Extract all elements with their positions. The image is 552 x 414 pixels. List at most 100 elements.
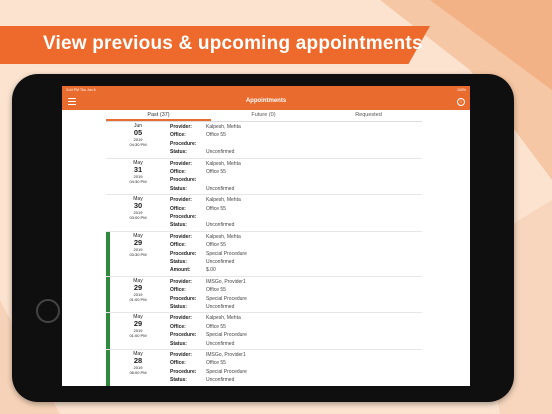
- appointment-item[interactable]: May 29 2019 01:00 PM Provider: IMSGo, Provide…: [106, 276, 422, 314]
- status-row: Status: Unconfirmed: [170, 376, 410, 384]
- status-value: Unconfirmed: [206, 149, 235, 156]
- appointment-fields: Provider: IMSGo, Provider1 Office: Office 5…: [170, 278, 410, 312]
- provider-row: Provider: Kalpesh, Mehta: [170, 196, 410, 204]
- provider-value: Kalpesh, Mehta: [206, 160, 241, 167]
- appointment-time: 03:00 PM: [129, 215, 147, 221]
- provider-row: Provider: Kalpesh, Mehta: [170, 314, 410, 322]
- provider-row: Provider: Kalpesh, Mehta: [170, 233, 410, 241]
- promo-title: View previous & upcoming appointments: [43, 33, 423, 54]
- procedure-label: Procedure:: [170, 177, 197, 184]
- status-row: Status: Unconfirmed: [170, 340, 410, 348]
- appointment-date: May 29 2019 01:00 PM: [116, 278, 160, 302]
- provider-row: Provider: IMSGo, Provider1: [170, 278, 410, 286]
- provider-label: Provider:: [170, 278, 192, 285]
- date-day: 29: [133, 282, 143, 292]
- status-color-bar: [106, 350, 110, 386]
- info-icon[interactable]: i: [457, 98, 465, 106]
- procedure-row: Procedure: Special Procedure: [170, 250, 410, 258]
- status-row: Status: Unconfirmed: [170, 303, 410, 311]
- status-row: Status: Unconfirmed: [170, 185, 410, 193]
- appointment-item[interactable]: May 29 2019 01:00 PM Provider: Kalpesh, Mehta…: [106, 313, 422, 350]
- procedure-row: Procedure:: [170, 213, 410, 221]
- appointment-date: May 31 2019 04:30 PM: [116, 160, 160, 184]
- office-label: Office:: [170, 287, 186, 294]
- procedure-value: Special Procedure: [206, 332, 247, 339]
- procedure-label: Procedure:: [170, 140, 197, 147]
- procedure-label: Procedure:: [170, 213, 197, 220]
- status-row: Status: Unconfirmed: [170, 258, 410, 266]
- office-row: Office: Office 55: [170, 286, 410, 294]
- appointment-fields: Provider: Kalpesh, Mehta Office: Office 55 P…: [170, 196, 410, 230]
- status-bar: 3:44 PM Thu Jun 6 100%: [62, 86, 470, 94]
- appointment-date: May 29 2019 03:30 PM: [116, 233, 160, 257]
- status-value: Unconfirmed: [206, 303, 235, 310]
- office-label: Office:: [170, 205, 186, 212]
- status-color-bar: [106, 231, 110, 276]
- provider-value: IMSGo, Provider1: [206, 352, 246, 358]
- app-screen: 3:44 PM Thu Jun 6 100% Appointments i Pa…: [62, 86, 470, 386]
- home-button[interactable]: [36, 299, 60, 323]
- status-value: Unconfirmed: [206, 340, 235, 347]
- status-value: Unconfirmed: [206, 258, 235, 265]
- appointment-item[interactable]: May 28 2019 06:00 PM Provider: IMSGo, Provide…: [106, 350, 422, 386]
- status-label: Status:: [170, 185, 187, 192]
- status-label: Status:: [170, 258, 187, 265]
- tab-future[interactable]: Future (0): [211, 110, 316, 121]
- appointment-date: May 28 2019 06:00 PM: [116, 351, 160, 375]
- procedure-row: Procedure:: [170, 176, 410, 184]
- appointment-fields: Provider: Kalpesh, Mehta Office: Office 55 P…: [170, 233, 410, 275]
- office-row: Office: Office 55: [170, 241, 410, 249]
- status-value: Unconfirmed: [206, 185, 235, 192]
- office-value: Office 55: [206, 287, 226, 294]
- status-row: Status: Unconfirmed: [170, 148, 410, 156]
- procedure-row: Procedure: Special Procedure: [170, 331, 410, 339]
- provider-label: Provider:: [170, 315, 192, 322]
- appointment-tabs: Past (37) Future (0) Requested: [106, 110, 422, 122]
- appointment-item[interactable]: Jun 05 2019 04:30 PM Provider: Kalpesh, Mehta…: [106, 122, 422, 159]
- provider-row: Provider: IMSGo, Provider1: [170, 351, 410, 359]
- appointment-fields: Provider: IMSGo, Provider1 Office: Office 5…: [170, 351, 410, 385]
- procedure-label: Procedure:: [170, 368, 197, 375]
- amount-label: Amount:: [170, 267, 191, 274]
- office-value: Office 55: [206, 168, 226, 175]
- appointment-date: Jun 05 2019 04:30 PM: [116, 123, 160, 147]
- office-row: Office: Office 55: [170, 359, 410, 367]
- status-time: 3:44 PM Thu Jun 6: [66, 88, 96, 92]
- provider-value: Kalpesh, Mehta: [206, 197, 241, 204]
- office-value: Office 55: [206, 323, 226, 330]
- status-label: Status:: [170, 340, 187, 347]
- appointment-time: 04:30 PM: [129, 178, 147, 184]
- provider-value: Kalpesh, Mehta: [206, 233, 241, 240]
- amount-row: Amount: $.00: [170, 266, 410, 274]
- date-day: 05: [133, 128, 143, 137]
- procedure-row: Procedure: Special Procedure: [170, 368, 410, 376]
- status-label: Status:: [170, 222, 187, 229]
- appointment-fields: Provider: Kalpesh, Mehta Office: Office 55 P…: [170, 314, 410, 348]
- procedure-label: Procedure:: [170, 250, 197, 257]
- appointment-list: Jun 05 2019 04:30 PM Provider: Kalpesh, Mehta…: [106, 122, 422, 386]
- appointment-time: 03:30 PM: [129, 251, 147, 257]
- appointment-item[interactable]: May 31 2019 04:30 PM Provider: Kalpesh, Mehta…: [106, 159, 422, 196]
- amount-value: $.00: [206, 267, 216, 274]
- provider-label: Provider:: [170, 352, 192, 358]
- appointment-fields: Provider: Kalpesh, Mehta Office: Office 55 P…: [170, 160, 410, 194]
- procedure-value: Special Procedure: [206, 368, 247, 375]
- procedure-label: Procedure:: [170, 332, 197, 339]
- tab-past[interactable]: Past (37): [106, 110, 211, 121]
- page-title: Appointments: [245, 98, 287, 104]
- appointment-date: May 29 2019 01:00 PM: [116, 314, 160, 338]
- appointment-item[interactable]: May 29 2019 03:30 PM Provider: Kalpesh, Mehta…: [106, 231, 422, 277]
- status-color-bar: [106, 276, 110, 313]
- status-label: Status:: [170, 377, 187, 384]
- appointment-item[interactable]: May 30 2019 03:00 PM Provider: Kalpesh, Mehta…: [106, 195, 422, 232]
- appointment-date: May 30 2019 03:00 PM: [116, 196, 160, 220]
- provider-value: Kalpesh, Mehta: [206, 315, 241, 322]
- provider-label: Provider:: [170, 197, 192, 204]
- office-row: Office: Office 55: [170, 205, 410, 213]
- provider-row: Provider: Kalpesh, Mehta: [170, 160, 410, 168]
- tab-requested[interactable]: Requested: [316, 110, 421, 121]
- provider-value: IMSGo, Provider1: [206, 278, 246, 285]
- status-row: Status: Unconfirmed: [170, 221, 410, 229]
- date-day: 31: [133, 164, 143, 174]
- procedure-row: Procedure:: [170, 140, 410, 148]
